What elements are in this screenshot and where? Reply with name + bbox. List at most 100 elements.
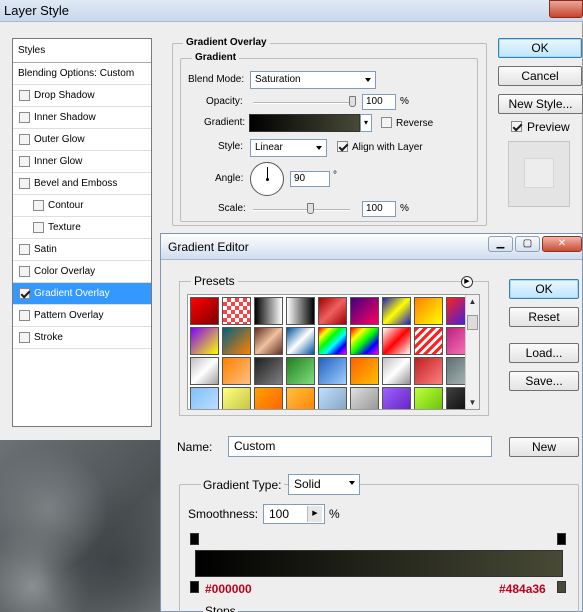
preset-swatch[interactable] (190, 327, 219, 355)
color-stop-left[interactable] (190, 581, 199, 593)
preset-swatch[interactable] (254, 357, 283, 385)
align-with-layer-checkbox[interactable] (337, 141, 348, 152)
preset-swatch[interactable] (382, 297, 411, 325)
style-checkbox[interactable] (19, 156, 30, 167)
style-item[interactable]: Bevel and Emboss (13, 173, 151, 195)
new-style-button[interactable]: New Style... (498, 94, 583, 114)
reset-button[interactable]: Reset (509, 307, 579, 327)
style-checkbox[interactable] (19, 90, 30, 101)
preset-swatch[interactable] (414, 387, 443, 409)
preset-swatch[interactable] (286, 357, 315, 385)
style-item[interactable]: Color Overlay (13, 261, 151, 283)
preset-swatch[interactable] (382, 327, 411, 355)
style-item[interactable]: Contour (13, 195, 151, 217)
styles-header[interactable]: Styles (13, 39, 151, 63)
style-checkbox[interactable] (19, 244, 30, 255)
preset-swatch[interactable] (414, 327, 443, 355)
style-item[interactable]: Blending Options: Custom (13, 63, 151, 85)
preset-swatch[interactable] (254, 327, 283, 355)
scroll-down-icon[interactable]: ▼ (466, 396, 479, 409)
scale-slider[interactable] (253, 209, 350, 211)
cancel-button[interactable]: Cancel (498, 66, 582, 86)
preset-swatch[interactable] (350, 387, 379, 409)
preset-swatch[interactable] (350, 327, 379, 355)
style-item[interactable]: Inner Glow (13, 151, 151, 173)
style-checkbox[interactable] (19, 134, 30, 145)
ge-ok-button[interactable]: OK (509, 279, 579, 299)
style-checkbox[interactable] (33, 200, 44, 211)
preset-swatch[interactable] (350, 357, 379, 385)
style-item[interactable]: Inner Shadow (13, 107, 151, 129)
blend-mode-select[interactable]: Saturation (250, 71, 376, 89)
minimize-icon[interactable]: ▁ (488, 236, 513, 252)
angle-input[interactable]: 90 (290, 171, 330, 187)
style-checkbox[interactable] (33, 222, 44, 233)
preset-swatch[interactable] (382, 357, 411, 385)
style-item[interactable]: Outer Glow (13, 129, 151, 151)
style-checkbox[interactable] (19, 310, 30, 321)
preset-swatch[interactable] (222, 357, 251, 385)
style-checkbox[interactable] (19, 332, 30, 343)
preset-swatch[interactable] (286, 387, 315, 409)
preset-swatch[interactable] (318, 297, 347, 325)
style-item[interactable]: Pattern Overlay (13, 305, 151, 327)
preset-swatch[interactable] (254, 387, 283, 409)
presets-menu-icon[interactable]: ▶ (461, 276, 473, 288)
scroll-up-icon[interactable]: ▲ (466, 295, 479, 308)
style-item[interactable]: Satin (13, 239, 151, 261)
color-stop-right[interactable] (557, 581, 566, 593)
style-checkbox[interactable] (19, 288, 30, 299)
smoothness-arrow-icon[interactable]: ▶ (307, 506, 322, 522)
opacity-stop-left[interactable] (190, 533, 199, 545)
style-item[interactable]: Texture (13, 217, 151, 239)
opacity-slider[interactable] (253, 102, 353, 104)
preset-swatch[interactable] (350, 297, 379, 325)
preset-swatch[interactable] (318, 387, 347, 409)
preset-swatch[interactable] (190, 357, 219, 385)
gradient-type-select[interactable]: Solid (288, 474, 360, 495)
close-icon[interactable]: ✕ (542, 236, 582, 252)
style-checkbox[interactable] (19, 178, 30, 189)
save-button[interactable]: Save... (509, 371, 579, 391)
scroll-thumb[interactable] (467, 315, 478, 330)
preset-swatch[interactable] (286, 327, 315, 355)
preset-swatch[interactable] (222, 387, 251, 409)
ok-button[interactable]: OK (498, 38, 582, 58)
style-checkbox[interactable] (19, 266, 30, 277)
style-select[interactable]: Linear (250, 139, 327, 157)
name-input[interactable]: Custom (228, 436, 492, 457)
reverse-checkbox[interactable] (381, 117, 392, 128)
maximize-icon[interactable]: ▢ (515, 236, 540, 252)
preview-checkbox[interactable] (511, 121, 522, 132)
preset-swatch[interactable] (318, 357, 347, 385)
preset-swatch[interactable] (254, 297, 283, 325)
load-button[interactable]: Load... (509, 343, 579, 363)
gradient-dropdown-arrow[interactable]: ▾ (360, 114, 372, 132)
preset-swatch[interactable] (414, 297, 443, 325)
preset-swatch[interactable] (318, 327, 347, 355)
preset-swatch[interactable] (190, 387, 219, 409)
style-item[interactable]: Stroke (13, 327, 151, 349)
opacity-input[interactable]: 100 (362, 94, 396, 110)
opacity-slider-thumb[interactable] (349, 96, 356, 107)
style-item[interactable]: Gradient Overlay (13, 283, 151, 305)
preset-swatch[interactable] (222, 297, 251, 325)
presets-scrollbar[interactable]: ▲ ▼ (465, 295, 479, 409)
opacity-stop-right[interactable] (557, 533, 566, 545)
preset-swatch[interactable] (222, 327, 251, 355)
preset-swatch[interactable] (286, 297, 315, 325)
gradient-editor-titlebar[interactable]: Gradient Editor ▁ ▢ ✕ (161, 234, 582, 260)
scale-slider-thumb[interactable] (307, 203, 315, 214)
close-button[interactable] (549, 0, 583, 18)
new-button[interactable]: New (509, 437, 579, 457)
style-item[interactable]: Drop Shadow (13, 85, 151, 107)
angle-dial[interactable] (250, 162, 284, 196)
layer-style-titlebar[interactable]: Layer Style (0, 0, 583, 22)
preset-swatch[interactable] (190, 297, 219, 325)
gradient-swatch[interactable] (249, 114, 360, 132)
preset-swatch[interactable] (414, 357, 443, 385)
scale-input[interactable]: 100 (362, 201, 396, 217)
gradient-bar[interactable] (195, 550, 563, 577)
preset-swatch[interactable] (382, 387, 411, 409)
style-checkbox[interactable] (19, 112, 30, 123)
